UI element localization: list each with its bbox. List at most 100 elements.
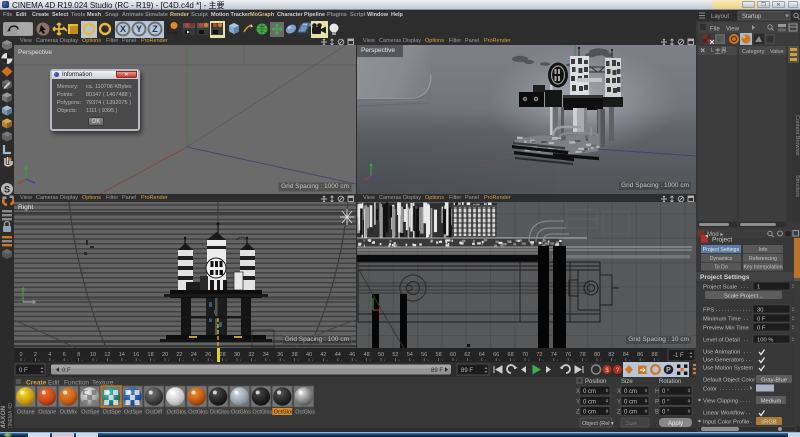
svg-text:Input Color Profile: Input Color Profile [703, 420, 749, 426]
svg-text:OctGlos: OctGlos [252, 410, 272, 416]
svg-text:12: 12 [104, 352, 110, 358]
svg-text:10: 10 [90, 352, 96, 358]
svg-text:84: 84 [623, 352, 629, 358]
svg-text:36: 36 [277, 352, 283, 358]
svg-text:86: 86 [637, 352, 643, 358]
svg-text:Gray-Blue: Gray-Blue [761, 378, 787, 384]
svg-text:40: 40 [306, 352, 312, 358]
svg-text:B: B [655, 410, 659, 416]
svg-text:34: 34 [263, 352, 269, 358]
svg-text:Use Animation: Use Animation [703, 350, 740, 356]
svg-text:44: 44 [335, 352, 341, 358]
svg-text:OctGlos: OctGlos [274, 410, 294, 416]
svg-text:Referencing: Referencing [749, 256, 777, 262]
svg-text:OctGlos: OctGlos [188, 410, 208, 416]
svg-text:Z: Z [576, 410, 580, 416]
svg-text:P: P [655, 399, 659, 405]
svg-text:72: 72 [536, 352, 542, 358]
svg-text:14: 14 [119, 352, 125, 358]
svg-text:0: 0 [19, 352, 22, 358]
svg-text:0 cm: 0 cm [624, 410, 637, 416]
svg-text:Edit: Edit [48, 380, 59, 387]
svg-text:Octane: Octane [38, 410, 56, 416]
svg-text:Use Generators: Use Generators [703, 358, 744, 364]
svg-text:-1 F: -1 F [673, 353, 684, 359]
svg-text:Octane: Octane [17, 410, 35, 416]
svg-text:0 cm: 0 cm [624, 399, 637, 405]
svg-text:Project: Project [712, 237, 732, 244]
svg-text:Function: Function [64, 380, 89, 387]
svg-text:0 cm: 0 cm [583, 399, 596, 405]
svg-text:58: 58 [436, 352, 442, 358]
svg-text:30: 30 [234, 352, 240, 358]
svg-text:48: 48 [364, 352, 370, 358]
svg-text:Size: Size [626, 421, 637, 427]
svg-text:OctGlos: OctGlos [167, 410, 187, 416]
svg-text:68: 68 [508, 352, 514, 358]
svg-text:52: 52 [392, 352, 398, 358]
svg-text:1: 1 [757, 285, 760, 291]
svg-text:Z: Z [617, 410, 621, 416]
svg-text:Color: Color [703, 387, 717, 393]
svg-text:Perspective: Perspective [18, 49, 52, 56]
svg-text:Rotation: Rotation [659, 379, 681, 385]
svg-text:FPS: FPS [703, 308, 714, 314]
svg-text:100 %: 100 % [757, 338, 773, 344]
svg-text:18: 18 [148, 352, 154, 358]
svg-text:Layout: Layout [711, 14, 729, 20]
svg-text:Info: Info [759, 247, 768, 253]
svg-text:P: P [666, 367, 671, 374]
svg-text:Object (Rel ▾: Object (Rel ▾ [582, 421, 614, 427]
svg-text:Use Motion System: Use Motion System [703, 366, 753, 372]
svg-text:64: 64 [479, 352, 485, 358]
svg-text:60: 60 [450, 352, 456, 358]
svg-text:Minimum Time: Minimum Time [703, 317, 741, 323]
svg-text:28: 28 [220, 352, 226, 358]
svg-text:76: 76 [565, 352, 571, 358]
svg-text:22: 22 [176, 352, 182, 358]
svg-text:70: 70 [522, 352, 528, 358]
svg-text:Size: Size [621, 379, 633, 385]
svg-text:Y: Y [576, 399, 580, 405]
svg-text:OctGlos: OctGlos [231, 410, 251, 416]
svg-text:OctSpe: OctSpe [103, 410, 121, 416]
svg-text:Value: Value [770, 49, 784, 55]
svg-text:Y: Y [136, 24, 142, 34]
svg-text:OctMix: OctMix [60, 410, 77, 416]
svg-text:Apply: Apply [668, 421, 683, 427]
svg-text:To Do: To Do [714, 265, 728, 271]
svg-text:Scale Project...: Scale Project... [724, 294, 763, 300]
svg-text:6: 6 [63, 352, 66, 358]
svg-text:0 °: 0 ° [662, 410, 670, 416]
svg-text:26: 26 [205, 352, 211, 358]
svg-text:0 F: 0 F [757, 326, 766, 332]
svg-text:Z: Z [152, 24, 158, 34]
svg-text:Key Interpolation: Key Interpolation [744, 265, 783, 271]
svg-text:42: 42 [320, 352, 326, 358]
svg-text:0 F: 0 F [19, 368, 28, 374]
svg-text:MAXON: MAXON [0, 406, 7, 429]
svg-text:74: 74 [551, 352, 557, 358]
svg-text:0 F: 0 F [757, 317, 766, 323]
svg-text:46: 46 [349, 352, 355, 358]
svg-text:56: 56 [421, 352, 427, 358]
svg-text:OctSpe: OctSpe [124, 410, 142, 416]
svg-text:2: 2 [34, 352, 37, 358]
svg-text:Medium: Medium [761, 399, 782, 405]
svg-text:Preview Min Time: Preview Min Time [703, 326, 749, 332]
svg-text:16: 16 [133, 352, 139, 358]
svg-text:Y: Y [617, 399, 621, 405]
svg-text:└ 主界: └ 主界 [709, 47, 727, 55]
svg-text:sRGB: sRGB [761, 420, 777, 426]
svg-text:Project Scale: Project Scale [703, 285, 737, 291]
svg-text:Position: Position [585, 379, 606, 385]
svg-text:66: 66 [493, 352, 499, 358]
svg-text:Dynamics: Dynamics [710, 256, 733, 262]
svg-text:24: 24 [191, 352, 197, 358]
svg-text:54: 54 [407, 352, 413, 358]
svg-text:Create: Create [26, 380, 47, 387]
svg-text:Content Browser: Content Browser [794, 115, 800, 156]
svg-text:20: 20 [162, 352, 168, 358]
svg-text:30: 30 [757, 308, 763, 314]
svg-text:80: 80 [594, 352, 600, 358]
